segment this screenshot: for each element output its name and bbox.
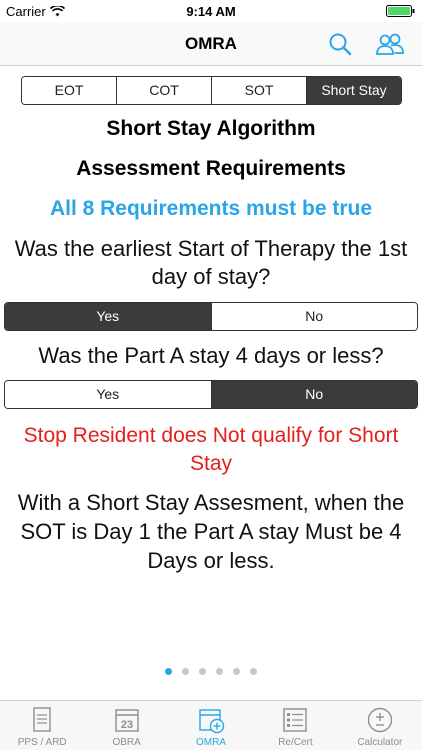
question-part-a-stay: Was the Part A stay 4 days or less? [38,343,384,368]
tab-obra[interactable]: 23 OBRA [84,701,168,750]
question1-no-option[interactable]: No [211,303,417,330]
status-time: 9:14 AM [186,4,236,19]
tab-label: OBRA [112,737,141,748]
users-icon[interactable] [374,30,406,58]
algorithm-heading: Short Stay Algorithm [106,117,316,140]
calendar-icon: 23 [114,709,139,732]
question2-no-option[interactable]: No [211,381,417,408]
info-message: With a Short Stay Assesment, when the SO… [17,490,405,573]
question1-yes-option[interactable]: Yes [5,303,212,330]
battery-icon [386,5,415,17]
tab-calculator[interactable]: Calculator [338,701,422,750]
status-bar: Carrier 9:14 AM [0,0,422,22]
question2-yes-no-toggle: Yes No [4,380,418,409]
nav-title: OMRA [185,34,237,53]
tab-pps-ard[interactable]: PPS / ARD [0,701,84,750]
requirements-heading: Assessment Requirements [76,157,346,180]
tab-omra[interactable]: OMRA [169,701,253,750]
assessment-type-segmented-control: EOT COT SOT Short Stay [21,76,402,105]
page-dot[interactable] [216,668,223,675]
segment-sot[interactable]: SOT [212,77,307,104]
page-dot[interactable] [199,668,206,675]
page-dot[interactable] [182,668,189,675]
plus-minus-icon [367,707,393,733]
segment-cot[interactable]: COT [117,77,212,104]
page-dot[interactable] [250,668,257,675]
question-start-of-therapy: Was the earliest Start of Therapy the 1s… [14,236,408,289]
list-document-icon [33,707,51,732]
tab-recert[interactable]: Re/Cert [253,701,337,750]
segment-short-stay[interactable]: Short Stay [307,77,401,104]
search-icon[interactable] [326,30,354,58]
tab-label: Re/Cert [278,737,313,748]
calendar-add-icon [199,709,225,734]
page-dot[interactable] [233,668,240,675]
checklist-icon [283,708,308,732]
question2-yes-option[interactable]: Yes [5,381,212,408]
requirements-note: All 8 Requirements must be true [49,197,373,220]
tab-label: Calculator [357,737,403,748]
tab-bar: PPS / ARD 23 OBRA OMRA Re/Cert Calculato… [0,700,422,750]
page-indicator[interactable] [0,668,422,675]
tab-label: OMRA [196,737,227,748]
page-dot[interactable] [165,668,172,675]
battery-indicator [386,5,416,17]
stop-message: Stop Resident does Not qualify for Short… [23,424,399,475]
tab-label: PPS / ARD [17,737,67,748]
calendar-day-number: 23 [120,719,132,731]
navigation-bar: OMRA [0,22,422,66]
question1-yes-no-toggle: Yes No [4,302,418,331]
segment-eot[interactable]: EOT [22,77,117,104]
